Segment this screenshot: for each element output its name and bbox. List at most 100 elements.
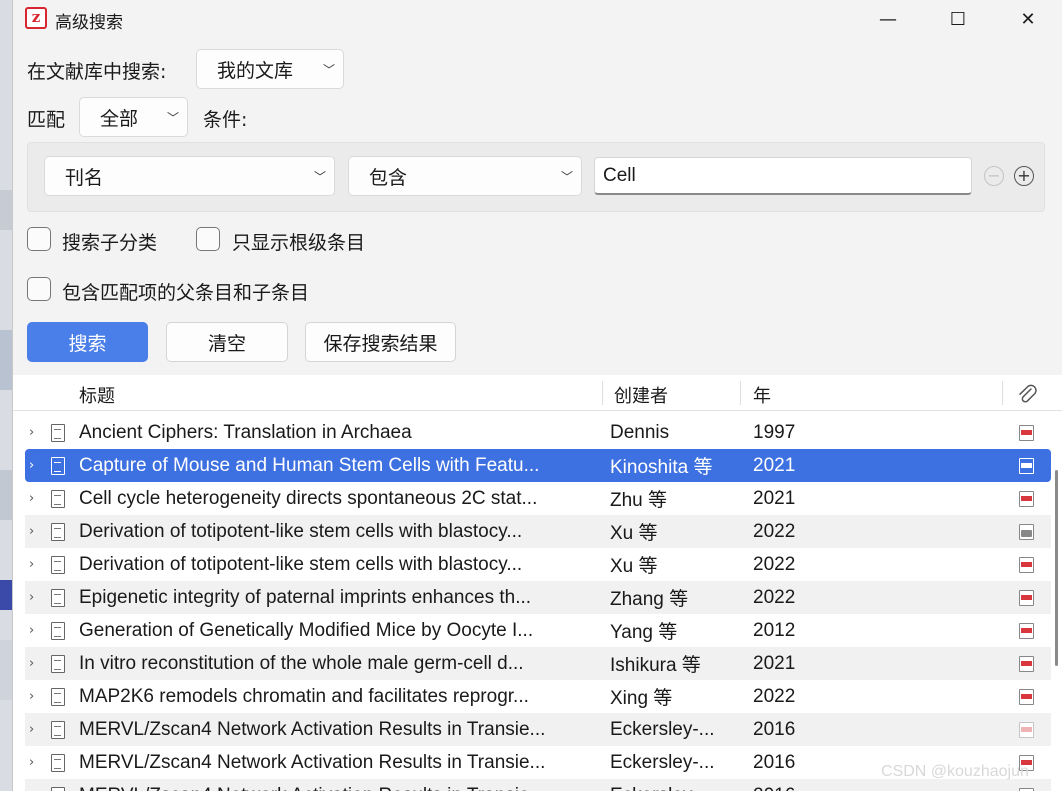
table-row[interactable]: › MAP2K6 remodels chromatin and facilitat… [25,680,1051,713]
pdf-attachment-icon[interactable] [1019,656,1034,672]
cell-title: MERVL/Zscan4 Network Activation Results … [79,785,599,791]
table-header: 标题 创建者 年 [13,375,1062,411]
cell-year: 2022 [753,553,796,575]
cell-creator: Kinoshita 等 [610,457,713,478]
table-row[interactable]: › Cell cycle heterogeneity directs sponta… [25,482,1051,515]
show-top-level-label: 只显示根级条目 [232,232,366,254]
column-header-title[interactable]: 标题 [79,382,115,408]
table-row[interactable]: › Derivation of totipotent-like stem cell… [25,548,1051,581]
cell-title: Cell cycle heterogeneity directs spontan… [79,487,538,509]
paperclip-icon[interactable] [1016,383,1038,405]
condition-operator-value: 包含 [369,166,408,189]
pdf-attachment-icon[interactable] [1019,689,1034,705]
cell-year: 2016 [753,785,795,791]
column-divider[interactable] [602,381,603,405]
condition-operator-select[interactable]: 包含 ﹀ [348,156,582,196]
document-icon [51,754,65,772]
document-icon [51,556,65,574]
save-search-button[interactable]: 保存搜索结果 [305,322,456,362]
table-row[interactable]: › MERVL/Zscan4 Network Activation Results… [25,713,1051,746]
table-scrollbar[interactable] [1055,470,1058,666]
cell-creator: Zhu 等 [610,490,668,511]
table-row[interactable]: › Ancient Ciphers: Translation in Archaea… [25,416,1051,449]
pdf-attachment-icon[interactable] [1019,557,1034,573]
conditions-label: 条件: [203,109,248,131]
pdf-attachment-icon[interactable] [1019,623,1034,639]
zotero-app-icon: z [25,7,47,29]
cell-year: 2022 [753,685,796,707]
chevron-down-icon: ﹀ [313,169,326,184]
expand-chevron-icon[interactable]: › [29,623,34,638]
library-select[interactable]: 我的文库 ﹀ [196,49,344,89]
cell-creator: Xing 等 [610,688,673,709]
expand-chevron-icon[interactable]: › [29,755,34,770]
column-header-year[interactable]: 年 [753,382,771,408]
expand-chevron-icon[interactable]: › [29,425,34,440]
column-header-creator[interactable]: 创建者 [614,382,668,408]
watermark-text: CSDN @kouzhaojun [881,763,1029,780]
close-button[interactable]: ✕ [993,0,1062,38]
expand-chevron-icon[interactable]: › [29,491,34,506]
include-parent-child-checkbox[interactable] [27,277,51,301]
expand-chevron-icon[interactable]: › [29,722,34,737]
table-row[interactable]: › In vitro reconstitution of the whole ma… [25,647,1051,680]
minimize-button[interactable]: — [853,0,923,38]
cell-title: Capture of Mouse and Human Stem Cells wi… [79,454,540,476]
cell-creator: Eckersley-... [610,785,730,791]
show-top-level-checkbox[interactable] [196,227,220,251]
add-condition-button[interactable]: + [1014,166,1034,186]
cell-year: 2016 [753,751,796,773]
pdf-attachment-icon[interactable] [1019,458,1034,474]
title-bar: z 高级搜索 — ☐ ✕ [13,0,1062,38]
pdf-attachment-icon[interactable] [1019,425,1034,441]
expand-chevron-icon[interactable]: › [29,524,34,539]
results-table: 标题 创建者 年 › Ancient Ciphers: Translation i… [13,375,1062,791]
pdf-attachment-icon[interactable] [1019,590,1034,606]
expand-chevron-icon[interactable]: › [29,689,34,704]
cell-creator: Xu 等 [610,523,658,544]
table-row[interactable]: › Epigenetic integrity of paternal imprin… [25,581,1051,614]
cell-title: MERVL/Zscan4 Network Activation Results … [79,718,546,740]
cell-creator: Xu 等 [610,556,658,577]
document-icon [51,424,65,442]
expand-chevron-icon[interactable]: › [29,590,34,605]
search-in-label: 在文献库中搜索: [27,61,167,83]
expand-chevron-icon[interactable]: › [29,458,34,473]
cell-title: Derivation of totipotent-like stem cells… [79,553,523,575]
match-label: 匹配 [27,109,66,131]
table-row[interactable]: › Capture of Mouse and Human Stem Cells w… [25,449,1051,482]
cell-title: Ancient Ciphers: Translation in Archaea [79,421,412,443]
cell-year: 2012 [753,619,796,641]
search-subcollections-checkbox[interactable] [27,227,51,251]
pdf-attachment-icon[interactable] [1019,491,1034,507]
remove-condition-button[interactable]: − [984,166,1004,186]
match-mode-select[interactable]: 全部 ﹀ [79,97,188,137]
table-row[interactable]: › Derivation of totipotent-like stem cell… [25,515,1051,548]
cell-creator: Dennis [610,421,670,443]
chevron-down-icon: ﹀ [322,62,335,77]
table-body: › Ancient Ciphers: Translation in Archaea… [13,411,1062,791]
expand-chevron-icon[interactable]: › [29,557,34,572]
clear-button[interactable]: 清空 [166,322,288,362]
cell-title: MERVL/Zscan4 Network Activation Results … [79,751,546,773]
chevron-down-icon: ﹀ [166,110,179,125]
cell-year: 1997 [753,421,796,443]
cell-creator: Eckersley-... [610,751,715,773]
cell-year: 2016 [753,718,796,740]
column-divider[interactable] [740,381,741,405]
cell-title: Epigenetic integrity of paternal imprint… [79,586,532,608]
condition-field-select[interactable]: 刊名 ﹀ [44,156,335,196]
document-icon [51,622,65,640]
snapshot-attachment-icon[interactable] [1019,524,1034,540]
cell-year: 2021 [753,454,796,476]
pdf-attachment-icon[interactable] [1019,722,1034,738]
search-button[interactable]: 搜索 [27,322,148,362]
expand-chevron-icon[interactable]: › [29,656,34,671]
match-mode-value: 全部 [100,107,139,130]
document-icon [51,589,65,607]
cell-title: Generation of Genetically Modified Mice … [79,619,534,641]
table-row[interactable]: › Generation of Genetically Modified Mice… [25,614,1051,647]
condition-value-input[interactable]: Cell [594,157,972,195]
column-divider[interactable] [1002,381,1003,405]
maximize-button[interactable]: ☐ [923,0,993,38]
